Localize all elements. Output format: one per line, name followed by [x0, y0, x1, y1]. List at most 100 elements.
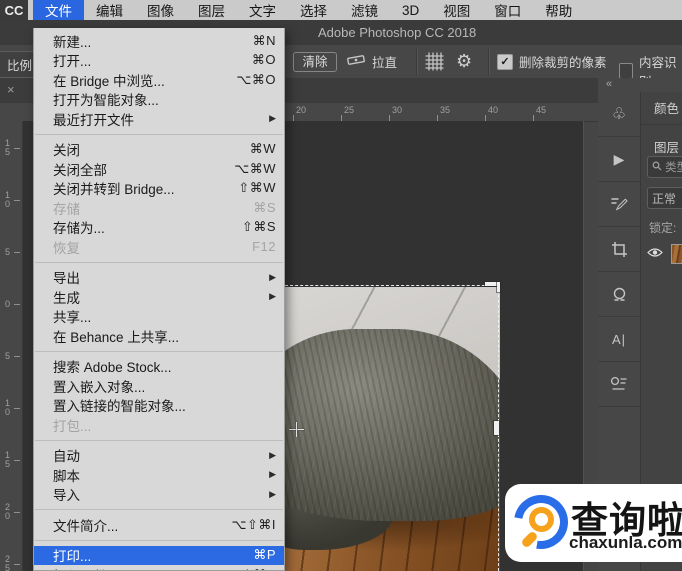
submenu-arrow-icon: ▶ — [269, 291, 276, 302]
file-menu: 新建...⌘N打开...⌘O在 Bridge 中浏览...⌥⌘O打开为智能对象.… — [33, 28, 285, 571]
file-menu-separator — [34, 257, 284, 268]
layer-filter-search-field[interactable]: 类型 — [647, 156, 682, 178]
menubar-item-view[interactable]: 视图 — [431, 0, 482, 20]
menu-item-shortcut: ⌘N — [253, 33, 276, 49]
gear-icon[interactable]: ⚙ — [456, 49, 472, 73]
file-menu-item-share[interactable]: 共享... — [34, 307, 284, 327]
file-menu-item-generate[interactable]: 生成▶ — [34, 287, 284, 307]
file-menu-item-automate[interactable]: 自动▶ — [34, 446, 284, 466]
crop-marquee-top-edge[interactable] — [285, 285, 500, 286]
ruler-label: 5 — [4, 352, 11, 361]
photo-cat-image — [285, 287, 500, 571]
menu-item-label: 导入 — [53, 484, 269, 504]
file-menu-item-scripts[interactable]: 脚本▶ — [34, 465, 284, 485]
vertical-ruler[interactable]: 151050510152025 — [0, 121, 23, 571]
play-icon: ▶ — [614, 151, 625, 168]
delete-cropped-pixels-label: 删除裁剪的像素 — [519, 52, 607, 71]
submenu-arrow-icon: ▶ — [269, 113, 276, 124]
menubar-item-filter[interactable]: 滤镜 — [339, 0, 390, 20]
menu-item-label: 存储 — [53, 198, 253, 218]
crop-handle-right-middle[interactable] — [494, 421, 499, 435]
ruler-label: 30 — [392, 105, 402, 115]
menubar-item-help[interactable]: 帮助 — [533, 0, 584, 20]
ruler-label: 20 — [296, 105, 306, 115]
character-panel-button[interactable]: A| — [598, 317, 640, 362]
menubar-item-edit[interactable]: 编辑 — [84, 0, 135, 20]
clear-button[interactable]: 清除 — [293, 52, 337, 72]
ruler-label: 10 — [4, 399, 11, 417]
bell-icon — [611, 286, 628, 303]
file-menu-item-print[interactable]: 打印...⌘P — [34, 546, 284, 566]
delete-cropped-pixels-checkbox[interactable]: ✓ 删除裁剪的像素 — [497, 52, 607, 71]
watermark: 查询啦 chaxunla.com — [505, 484, 682, 562]
options-separator — [488, 49, 489, 75]
shapes-panel-button[interactable]: ♧ — [598, 92, 640, 137]
file-menu-separator — [34, 346, 284, 357]
collapse-panels-icon[interactable]: « — [606, 78, 613, 91]
menu-item-shortcut: ⌘S — [253, 200, 276, 216]
file-menu-item-place-embedded[interactable]: 置入嵌入对象... — [34, 376, 284, 396]
menu-item-shortcut: ⌥⌘O — [236, 72, 276, 88]
tab-close-icon[interactable]: × — [7, 82, 15, 97]
file-menu-item-export[interactable]: 导出▶ — [34, 268, 284, 288]
menubar-item-file[interactable]: 文件 — [33, 0, 84, 20]
menubar-item-window[interactable]: 窗口 — [482, 0, 533, 20]
watermark-domain: chaxunla.com — [569, 533, 682, 553]
window-title: Adobe Photoshop CC 2018 — [318, 25, 476, 40]
file-menu-item-import[interactable]: 导入▶ — [34, 485, 284, 505]
file-menu-item-search-adobe-stock[interactable]: 搜索 Adobe Stock... — [34, 357, 284, 377]
file-menu-item-close-and-go-to-bridge[interactable]: 关闭并转到 Bridge...⇧⌘W — [34, 179, 284, 199]
layer-comps-panel-button[interactable] — [598, 362, 640, 407]
crop-panel-button[interactable] — [598, 227, 640, 272]
layer-thumbnail[interactable] — [671, 244, 682, 264]
menubar-item-3d[interactable]: 3D — [390, 0, 431, 20]
crop-overlay-options-icon[interactable] — [424, 51, 445, 77]
ruler-label: 15 — [4, 451, 11, 469]
submenu-arrow-icon: ▶ — [269, 450, 276, 461]
file-menu-item-place-linked[interactable]: 置入链接的智能对象... — [34, 396, 284, 416]
ruler-label: 40 — [488, 105, 498, 115]
file-menu-separator — [34, 129, 284, 140]
straighten-icon — [346, 52, 366, 71]
checkbox-unchecked-icon[interactable] — [619, 63, 633, 79]
menu-item-label: 恢复 — [53, 237, 252, 257]
menubar-item-type[interactable]: 文字 — [237, 0, 288, 20]
menubar-item-image[interactable]: 图像 — [135, 0, 186, 20]
file-menu-item-file-info[interactable]: 文件简介...⌥⇧⌘I — [34, 515, 284, 535]
brush-settings-panel-button[interactable] — [598, 182, 640, 227]
file-menu-item-browse-in-bridge[interactable]: 在 Bridge 中浏览...⌥⌘O — [34, 70, 284, 90]
magnifier-logo-icon — [514, 495, 568, 549]
menu-item-label: 存储为... — [53, 217, 242, 237]
file-menu-item-open[interactable]: 打开...⌘O — [34, 51, 284, 71]
brush-icon — [610, 195, 628, 213]
file-menu-item-save: 存储⌘S — [34, 198, 284, 218]
bell-panel-button[interactable] — [598, 272, 640, 317]
menu-item-label: 在 Behance 上共享... — [53, 326, 276, 346]
blend-mode-dropdown[interactable]: 正常 — [647, 187, 682, 209]
file-menu-item-close-all[interactable]: 关闭全部⌥⌘W — [34, 159, 284, 179]
file-menu-item-save-as[interactable]: 存储为...⇧⌘S — [34, 218, 284, 238]
menu-item-label: 脚本 — [53, 465, 269, 485]
menu-item-label: 置入嵌入对象... — [53, 376, 276, 396]
file-menu-separator — [34, 504, 284, 515]
straighten-button[interactable]: 拉直 — [346, 52, 397, 71]
menubar-item-select[interactable]: 选择 — [288, 0, 339, 20]
checkbox-checked-icon[interactable]: ✓ — [497, 54, 513, 70]
menu-item-label: 在 Bridge 中浏览... — [53, 70, 236, 90]
file-menu-item-open-recent[interactable]: 最近打开文件▶ — [34, 109, 284, 129]
file-menu-item-share-on-behance[interactable]: 在 Behance 上共享... — [34, 326, 284, 346]
color-panel-tab[interactable]: 颜色 — [641, 96, 682, 125]
actions-panel-button[interactable]: ▶ — [598, 137, 640, 182]
crop-handle-top-right[interactable] — [497, 282, 501, 292]
file-menu-item-close[interactable]: 关闭⌘W — [34, 140, 284, 160]
menubar-item-layer[interactable]: 图层 — [186, 0, 237, 20]
file-menu-separator — [34, 535, 284, 546]
options-separator — [416, 49, 417, 75]
file-menu-item-new[interactable]: 新建...⌘N — [34, 31, 284, 51]
app-badge: CC — [0, 0, 28, 20]
menu-item-label: 关闭全部 — [53, 159, 234, 179]
layer-row[interactable] — [647, 244, 682, 264]
type-tool-icon: A| — [612, 332, 626, 347]
file-menu-item-print-one-copy[interactable]: 打印一份⌥⇧⌘P — [34, 565, 284, 571]
file-menu-item-open-as-smart-object[interactable]: 打开为智能对象... — [34, 90, 284, 110]
